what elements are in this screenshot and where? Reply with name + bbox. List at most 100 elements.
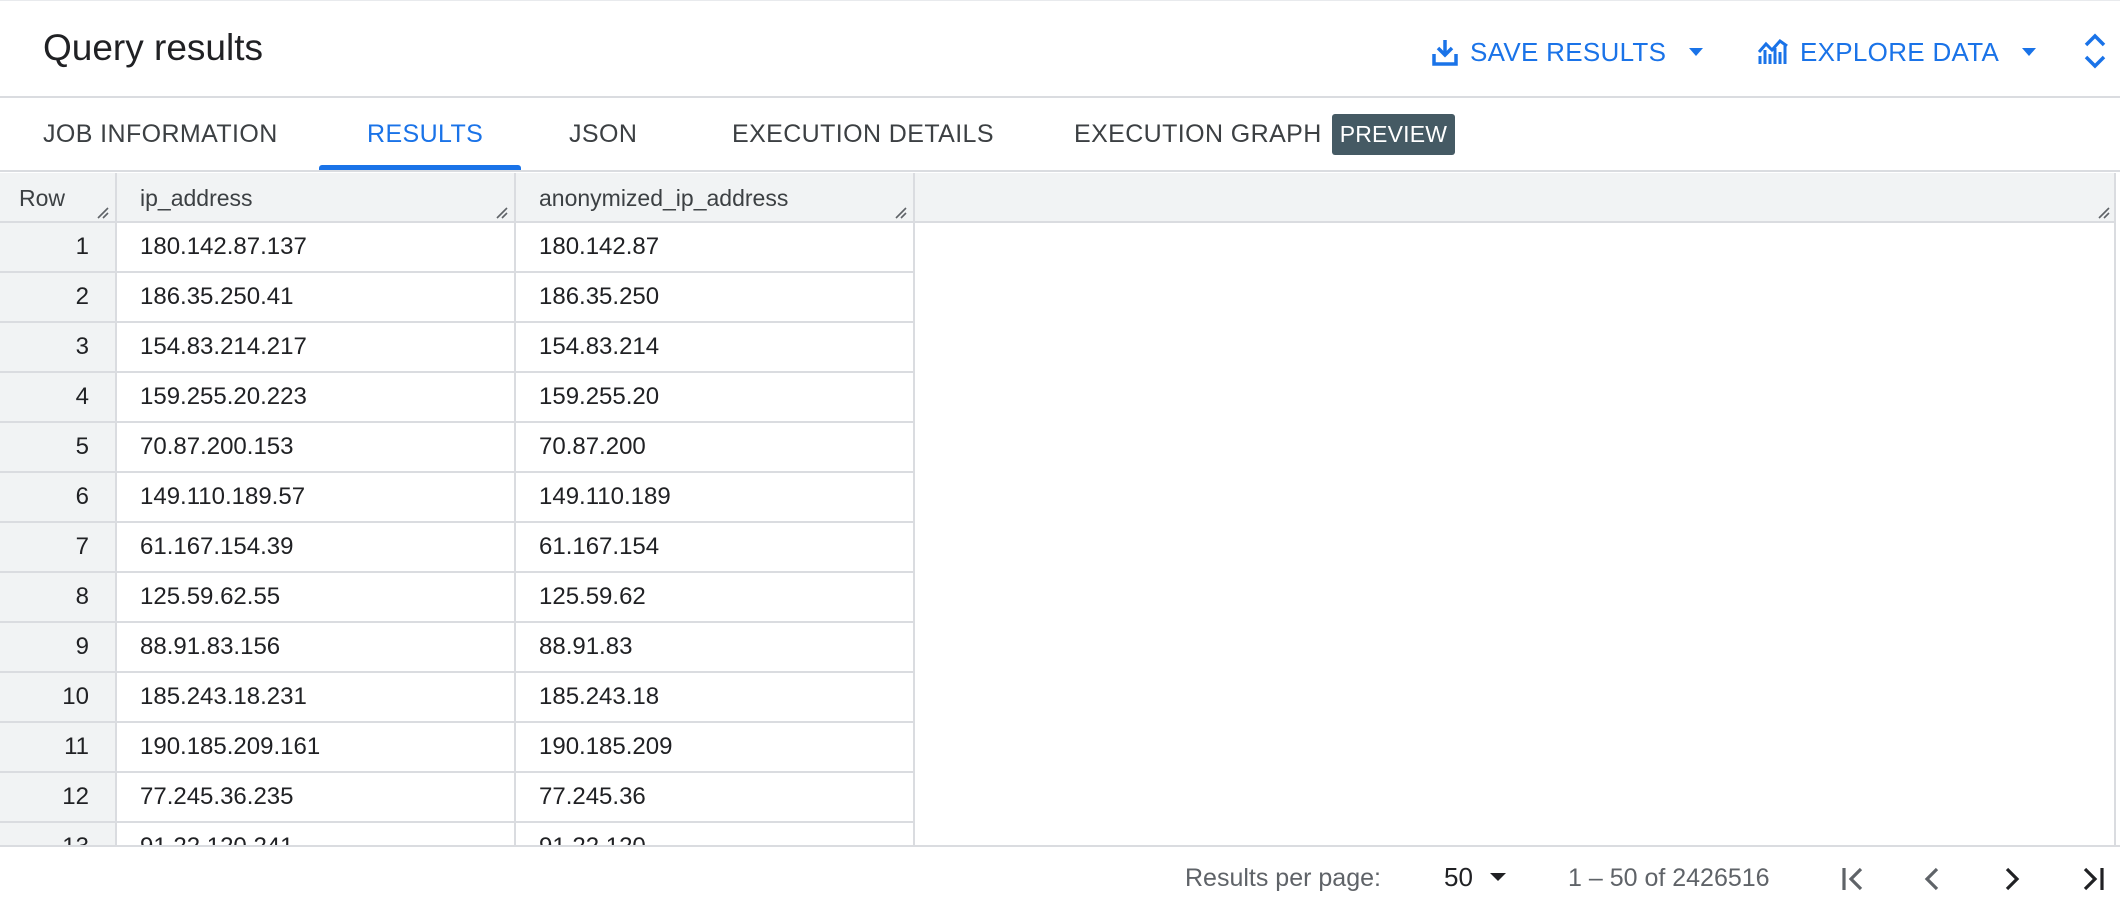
ip-address-cell[interactable]: 125.59.62.55 <box>117 573 516 623</box>
ip-address-cell[interactable]: 186.35.250.41 <box>117 273 516 323</box>
table-row: 6 149.110.189.57 149.110.189 <box>0 473 915 523</box>
next-page-icon <box>2005 867 2020 891</box>
row-number-cell: 2 <box>0 273 117 323</box>
page-title: Query results <box>43 27 264 68</box>
row-number-cell: 12 <box>0 773 117 823</box>
table-row: 12 77.245.36.235 77.245.36 <box>0 773 915 823</box>
first-page-icon <box>1842 867 1863 891</box>
save-results-button[interactable]: SAVE RESULTS <box>1432 31 1704 73</box>
table-header-row: Row ip_address anonymized_ip_address <box>0 173 2114 223</box>
tab-execution-details[interactable]: EXECUTION DETAILS <box>732 99 994 170</box>
anonymized-ip-address-cell[interactable]: 77.245.36 <box>516 773 915 823</box>
column-header-label: Row <box>19 184 66 211</box>
results-per-page-select[interactable]: 50 <box>1444 857 1507 897</box>
anonymized-ip-address-cell[interactable]: 186.35.250 <box>516 273 915 323</box>
tab-label: EXECUTION GRAPH <box>1074 120 1322 148</box>
anonymized-ip-address-cell[interactable]: 61.167.154 <box>516 523 915 573</box>
anonymized-ip-address-cell[interactable]: 70.87.200 <box>516 423 915 473</box>
tab-execution-graph[interactable]: EXECUTION GRAPH PREVIEW <box>1074 99 1456 170</box>
next-page-button[interactable] <box>1992 859 2032 899</box>
preview-badge: PREVIEW <box>1331 114 1456 155</box>
tab-results[interactable]: RESULTS <box>367 99 483 170</box>
chart-icon <box>1758 38 1788 64</box>
anonymized-ip-address-cell[interactable]: 159.255.20 <box>516 373 915 423</box>
last-page-button[interactable] <box>2072 859 2112 899</box>
anonymized-ip-address-cell[interactable]: 125.59.62 <box>516 573 915 623</box>
query-results-header: Query results SAVE RESULTS EXPLORE DATA <box>0 0 2120 98</box>
column-resize-icon[interactable] <box>2096 205 2110 219</box>
anonymized-ip-address-cell[interactable]: 190.185.209 <box>516 723 915 773</box>
row-number-cell: 13 <box>0 823 117 845</box>
column-header-empty <box>915 173 2114 223</box>
table-row: 3 154.83.214.217 154.83.214 <box>0 323 915 373</box>
row-number-cell: 4 <box>0 373 117 423</box>
active-tab-indicator <box>319 165 521 170</box>
table-row: 8 125.59.62.55 125.59.62 <box>0 573 915 623</box>
tab-label: JSON <box>569 120 638 148</box>
row-number-cell: 11 <box>0 723 117 773</box>
column-header-anonymized-ip-address[interactable]: anonymized_ip_address <box>516 173 915 223</box>
column-resize-icon[interactable] <box>494 205 508 219</box>
caret-down-icon <box>2022 48 2037 56</box>
table-row: 2 186.35.250.41 186.35.250 <box>0 273 915 323</box>
results-tabs: JOB INFORMATION RESULTS JSON EXECUTION D… <box>0 99 2120 172</box>
save-results-label: SAVE RESULTS <box>1470 36 1667 67</box>
last-page-icon <box>2083 867 2104 891</box>
tab-label: JOB INFORMATION <box>43 120 278 148</box>
ip-address-cell[interactable]: 154.83.214.217 <box>117 323 516 373</box>
table-row: 1 180.142.87.137 180.142.87 <box>0 223 915 273</box>
row-number-cell: 5 <box>0 423 117 473</box>
anonymized-ip-address-cell[interactable]: 180.142.87 <box>516 223 915 273</box>
column-resize-icon[interactable] <box>893 205 907 219</box>
anonymized-ip-address-cell[interactable]: 185.243.18 <box>516 673 915 723</box>
ip-address-cell[interactable]: 159.255.20.223 <box>117 373 516 423</box>
column-resize-icon[interactable] <box>95 205 109 219</box>
explore-data-label: EXPLORE DATA <box>1800 36 2000 67</box>
previous-page-button[interactable] <box>1912 859 1952 899</box>
anonymized-ip-address-cell[interactable]: 91.22.120 <box>516 823 915 845</box>
ip-address-cell[interactable]: 190.185.209.161 <box>117 723 516 773</box>
ip-address-cell[interactable]: 180.142.87.137 <box>117 223 516 273</box>
table-row: 10 185.243.18.231 185.243.18 <box>0 673 915 723</box>
column-header-ip-address[interactable]: ip_address <box>117 173 516 223</box>
row-number-cell: 1 <box>0 223 117 273</box>
tab-label: EXECUTION DETAILS <box>732 120 994 148</box>
ip-address-cell[interactable]: 185.243.18.231 <box>117 673 516 723</box>
anonymized-ip-address-cell[interactable]: 88.91.83 <box>516 623 915 673</box>
tab-label: RESULTS <box>367 120 484 148</box>
explore-data-button[interactable]: EXPLORE DATA <box>1758 31 2037 73</box>
row-number-cell: 9 <box>0 623 117 673</box>
ip-address-cell[interactable]: 88.91.83.156 <box>117 623 516 673</box>
row-number-cell: 3 <box>0 323 117 373</box>
ip-address-cell[interactable]: 149.110.189.57 <box>117 473 516 523</box>
anonymized-ip-address-cell[interactable]: 154.83.214 <box>516 323 915 373</box>
table-row: 1391.22.120.24191.22.120 <box>0 823 915 845</box>
tab-json[interactable]: JSON <box>569 99 637 170</box>
row-number-cell: 10 <box>0 673 117 723</box>
ip-address-cell[interactable]: 70.87.200.153 <box>117 423 516 473</box>
column-header-label: ip_address <box>140 184 253 211</box>
column-header-label: anonymized_ip_address <box>539 184 789 211</box>
row-number-cell: 8 <box>0 573 117 623</box>
caret-down-icon <box>1489 873 1506 881</box>
results-per-page-label: Results per page: <box>1185 864 1381 892</box>
first-page-button[interactable] <box>1834 859 1874 899</box>
table-row: 11 190.185.209.161 190.185.209 <box>0 723 915 773</box>
download-icon <box>1432 40 1458 66</box>
column-header-row: Row <box>0 173 117 223</box>
results-table: Row ip_address anonymized_ip_address 1 18… <box>0 173 2116 845</box>
unfold-icon[interactable] <box>2082 31 2108 71</box>
table-row: 7 61.167.154.39 61.167.154 <box>0 523 915 573</box>
pagination-bar: Results per page: 50 1 – 50 of 2426516 <box>0 845 2120 908</box>
caret-down-icon <box>1689 48 1704 56</box>
anonymized-ip-address-cell[interactable]: 149.110.189 <box>516 473 915 523</box>
tab-job-information[interactable]: JOB INFORMATION <box>43 99 278 170</box>
table-row: 9 88.91.83.156 88.91.83 <box>0 623 915 673</box>
ip-address-cell[interactable]: 77.245.36.235 <box>117 773 516 823</box>
prev-page-icon <box>1924 867 1939 891</box>
table-row: 4 159.255.20.223 159.255.20 <box>0 373 915 423</box>
ip-address-cell[interactable]: 61.167.154.39 <box>117 523 516 573</box>
table-row: 5 70.87.200.153 70.87.200 <box>0 423 915 473</box>
pagination-range: 1 – 50 of 2426516 <box>1568 864 1770 892</box>
ip-address-cell[interactable]: 91.22.120.241 <box>117 823 516 845</box>
